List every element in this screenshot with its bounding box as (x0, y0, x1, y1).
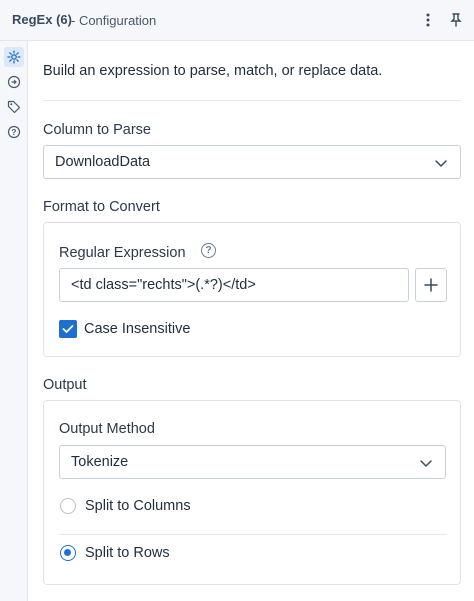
plus-icon (424, 278, 438, 292)
add-token-button[interactable] (415, 268, 447, 302)
title-bar: RegEx (6) - Configuration (0, 0, 474, 41)
description-text: Build an expression to parse, match, or … (43, 63, 383, 79)
regex-value: <td class="rechts">(.*?)</td> (71, 277, 256, 293)
checkmark-icon (62, 325, 74, 333)
tag-icon[interactable] (4, 97, 24, 117)
divider (43, 100, 461, 101)
regex-label: Regular Expression (59, 245, 186, 261)
format-to-convert-label: Format to Convert (43, 199, 160, 215)
split-to-rows-label: Split to Rows (85, 545, 170, 561)
column-to-parse-value: DownloadData (55, 154, 151, 170)
side-rail: ? (0, 41, 28, 601)
svg-text:?: ? (12, 128, 17, 137)
tool-name: RegEx (6) (12, 12, 72, 27)
output-method-label: Output Method (59, 421, 155, 437)
help-icon[interactable]: ? (201, 243, 216, 258)
split-to-rows-radio[interactable] (60, 545, 76, 561)
regex-input[interactable]: <td class="rechts">(.*?)</td> (59, 268, 409, 302)
case-insensitive-label: Case Insensitive (84, 321, 191, 337)
split-to-columns-label: Split to Columns (85, 498, 191, 514)
chevron-down-icon (435, 160, 447, 168)
split-to-columns-radio[interactable] (60, 498, 76, 514)
column-to-parse-select[interactable]: DownloadData (43, 145, 461, 179)
window-subtitle: - Configuration (71, 13, 157, 28)
divider (59, 534, 447, 535)
case-insensitive-checkbox[interactable] (59, 320, 77, 338)
chevron-down-icon (420, 460, 432, 468)
help-circle-icon[interactable]: ? (4, 122, 24, 142)
output-method-value: Tokenize (71, 454, 129, 470)
pin-icon[interactable] (444, 8, 468, 32)
output-label: Output (43, 377, 87, 393)
gear-icon[interactable] (4, 47, 24, 67)
output-method-select[interactable]: Tokenize (59, 445, 446, 479)
more-vertical-icon[interactable] (416, 8, 440, 32)
column-to-parse-label: Column to Parse (43, 122, 151, 138)
circle-arrow-icon[interactable] (4, 72, 24, 92)
